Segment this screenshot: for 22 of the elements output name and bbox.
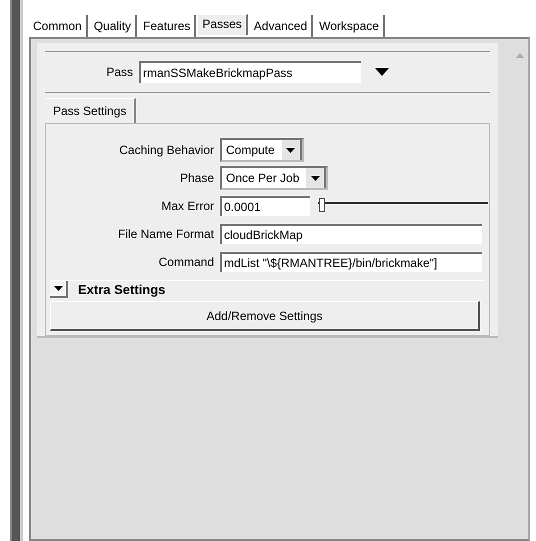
field-label: File Name Format [116, 227, 215, 241]
caret-icon [286, 148, 296, 152]
dropdown[interactable]: Compute [220, 138, 304, 162]
field-label: Phase [178, 171, 215, 185]
caret-icon[interactable] [375, 68, 389, 76]
input-field[interactable]: mdList "\${RMANTREE}/bin/brickmake"] [220, 252, 482, 272]
input-field[interactable]: 0.0001 [220, 196, 310, 216]
field-label: Command [158, 255, 215, 269]
dropdown[interactable]: Once Per Job [220, 166, 328, 190]
add-remove-button[interactable]: Add/Remove Settings [50, 301, 480, 331]
expand-toggle[interactable] [50, 281, 68, 298]
input-field[interactable]: cloudBrickMap [220, 224, 482, 244]
section-title: Extra Settings [78, 282, 166, 297]
slider-thumb[interactable] [319, 198, 326, 212]
slider[interactable] [318, 198, 488, 214]
field-label: Max Error [160, 199, 215, 213]
field-label: Pass [105, 65, 134, 79]
pass-field[interactable]: rmanSSMakeBrickmapPass [139, 61, 361, 83]
caret-icon [54, 286, 62, 291]
tab[interactable]: Passes [198, 14, 248, 35]
field-label: Caching Behavior [118, 143, 215, 157]
caret-icon [310, 176, 320, 180]
